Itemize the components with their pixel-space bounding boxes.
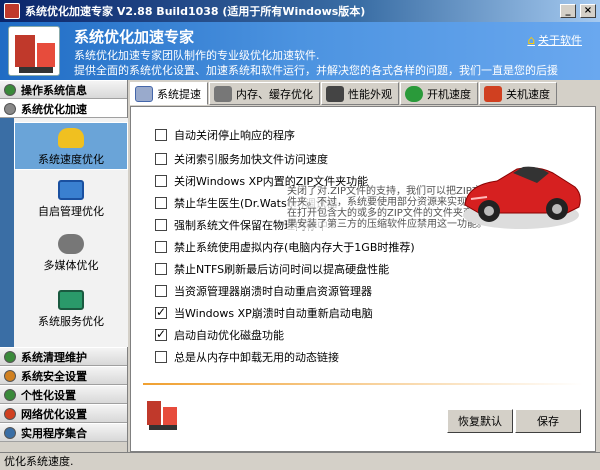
save-button[interactable]: 保存 [515, 409, 581, 433]
checkbox[interactable] [155, 153, 167, 165]
speed-icon [135, 85, 153, 102]
option-label: 禁止系统使用虚拟内存(电脑内存大于1GB时推荐) [174, 241, 415, 254]
media-icon [58, 234, 84, 254]
option-label: 启动自动优化磁盘功能 [174, 329, 284, 342]
banner-description-1: 系统优化加速专家团队制作的专业级优化加速软件. [74, 49, 320, 62]
app-logo [8, 26, 60, 76]
tab-label: 系统提速 [157, 87, 201, 101]
subitem-speed-optimize[interactable]: 系统速度优化 [14, 122, 128, 170]
footer-logo [147, 401, 177, 430]
subitem-label: 系统服务优化 [38, 315, 104, 328]
service-icon [58, 290, 84, 310]
checkbox[interactable] [155, 219, 167, 231]
tab-label: 内存、缓存优化 [236, 87, 313, 101]
window-title: 系统优化加速专家 V2.88 Build1038 (适用于所有Windows版本… [25, 5, 366, 18]
checkbox[interactable] [155, 197, 167, 209]
sidebar-category-personalize[interactable]: 个性化设置 [0, 385, 127, 404]
option-label: 总是从内存中卸载无用的动态链接 [174, 351, 339, 364]
sidebar-category-optimize[interactable]: 系统优化加速 [0, 99, 127, 118]
checkbox[interactable] [155, 351, 167, 363]
tab-shutdown-speed[interactable]: 关机速度 [479, 82, 557, 105]
tab-memory-cache[interactable]: 内存、缓存优化 [209, 82, 320, 105]
divider [143, 383, 583, 385]
option-auto-disk-optimize[interactable]: 启动自动优化磁盘功能 [155, 327, 284, 343]
subitem-label: 自启管理优化 [38, 205, 104, 218]
sidebar-category-clean[interactable]: 系统清理维护 [0, 347, 127, 366]
tab-boot-speed[interactable]: 开机速度 [400, 82, 478, 105]
subitem-service-optimize[interactable]: 系统服务优化 [14, 290, 128, 329]
option-unload-unused-dll[interactable]: 总是从内存中卸载无用的动态链接 [155, 349, 339, 365]
option-restart-explorer[interactable]: 当资源管理器崩溃时自动重启资源管理器 [155, 283, 372, 299]
network-icon [4, 407, 16, 420]
sidebar: 操作系统信息 系统优化加速 系统速度优化 自启管理优化 多媒体优化 系统服务优化 [0, 80, 128, 452]
checkbox[interactable] [155, 285, 167, 297]
car-icon [463, 166, 581, 229]
clean-icon [4, 350, 16, 363]
option-label: 关闭索引服务加快文件访问速度 [174, 153, 328, 166]
sidebar-category-tools[interactable]: 实用程序集合 [0, 423, 127, 442]
close-button[interactable]: × [580, 4, 596, 18]
checkbox[interactable] [155, 175, 167, 187]
tab-bar: 系统提速 内存、缓存优化 性能外观 开机速度 关机速度 [130, 82, 600, 106]
about-link[interactable]: ⌂ 关于软件 [527, 32, 582, 48]
personalize-icon [4, 388, 16, 401]
category-label: 系统清理维护 [21, 350, 87, 364]
subitem-startup-manage[interactable]: 自启管理优化 [14, 180, 128, 219]
app-icon [4, 3, 20, 19]
option-label: 禁止NTFS刷新最后访问时间以提高硬盘性能 [174, 263, 390, 276]
subitem-label: 多媒体优化 [43, 259, 99, 272]
tab-label: 性能外观 [348, 87, 392, 101]
category-label: 个性化设置 [21, 388, 76, 402]
subitem-media-optimize[interactable]: 多媒体优化 [14, 234, 128, 273]
tab-system-speed[interactable]: 系统提速 [130, 82, 208, 105]
tab-label: 开机速度 [427, 87, 471, 101]
category-label: 操作系统信息 [21, 83, 87, 97]
checkbox[interactable] [155, 263, 167, 275]
shutdown-icon [484, 85, 502, 102]
car-icon [58, 128, 84, 148]
restore-defaults-button[interactable]: 恢复默认 [447, 409, 513, 433]
boot-icon [405, 85, 423, 102]
home-icon: ⌂ [527, 33, 535, 47]
info-icon [4, 83, 16, 96]
checkbox[interactable] [155, 241, 167, 253]
tab-performance-appearance[interactable]: 性能外观 [321, 82, 399, 105]
appearance-icon [326, 85, 344, 102]
category-label: 网络优化设置 [21, 407, 87, 421]
memory-icon [214, 85, 232, 102]
status-bar: 优化系统速度. [0, 452, 600, 470]
sidebar-category-security[interactable]: 系统安全设置 [0, 366, 127, 385]
banner-description-2: 提供全面的系统优化设置、加速系统和软件运行，并解决您的各式各样的问题，我们一直是… [74, 64, 558, 77]
title-bar: 系统优化加速专家 V2.88 Build1038 (适用于所有Windows版本… [0, 0, 600, 22]
tools-icon [4, 426, 16, 439]
minimize-button[interactable]: _ [560, 4, 576, 18]
category-label: 实用程序集合 [21, 426, 87, 440]
header-banner: 系统优化加速专家 系统优化加速专家团队制作的专业级优化加速软件. 提供全面的系统… [0, 22, 600, 80]
checkbox[interactable] [155, 305, 167, 319]
sidebar-category-network[interactable]: 网络优化设置 [0, 404, 127, 423]
option-auto-close-hung[interactable]: 自动关闭停止响应的程序 [155, 127, 295, 143]
gear-icon [4, 102, 16, 115]
sidebar-category-os-info[interactable]: 操作系统信息 [0, 80, 127, 99]
banner-heading: 系统优化加速专家 [74, 28, 195, 46]
checkbox[interactable] [155, 129, 167, 141]
window-icon [58, 180, 84, 200]
options-panel: 自动关闭停止响应的程序 关闭索引服务加快文件访问速度 关闭Windows XP内… [130, 106, 596, 452]
option-label: 当资源管理器崩溃时自动重启资源管理器 [174, 285, 372, 298]
about-link-label: 关于软件 [538, 34, 582, 47]
option-label: 当Windows XP崩溃时自动重新启动电脑 [174, 307, 373, 320]
category-label: 系统优化加速 [21, 102, 87, 116]
option-disable-ntfs-last-access[interactable]: 禁止NTFS刷新最后访问时间以提高硬盘性能 [155, 261, 389, 277]
checkbox[interactable] [155, 327, 167, 341]
option-disable-virtual-memory[interactable]: 禁止系统使用虚拟内存(电脑内存大于1GB时推荐) [155, 239, 415, 255]
category-label: 系统安全设置 [21, 369, 87, 383]
security-icon [4, 369, 16, 382]
option-label: 自动关闭停止响应的程序 [174, 129, 295, 142]
subitem-label: 系统速度优化 [38, 153, 104, 166]
option-auto-reboot-on-crash[interactable]: 当Windows XP崩溃时自动重新启动电脑 [155, 305, 373, 321]
sub-menu-panel: 系统速度优化 自启管理优化 多媒体优化 系统服务优化 [0, 118, 128, 347]
tab-label: 关机速度 [506, 87, 550, 101]
option-disable-indexing[interactable]: 关闭索引服务加快文件访问速度 [155, 151, 328, 167]
